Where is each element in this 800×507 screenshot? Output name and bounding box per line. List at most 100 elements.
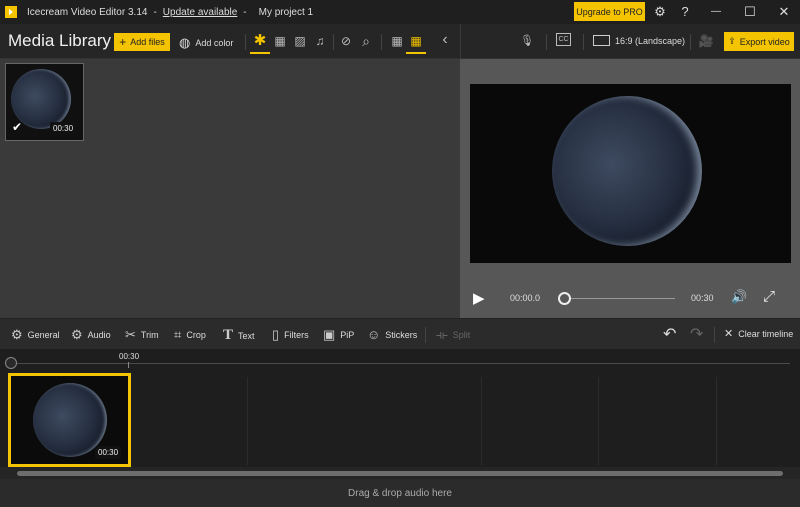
active-filter-underline — [250, 52, 270, 54]
export-video-label: Export video — [739, 36, 790, 47]
export-icon: ⇪ — [728, 36, 736, 46]
picture-in-picture-icon: ▣ — [323, 327, 336, 342]
audio-gear-icon: ⚙ — [71, 327, 83, 342]
clear-timeline-label: Clear timeline — [738, 328, 794, 339]
stickers-tool-button[interactable]: ☺ Stickers — [367, 327, 417, 342]
playhead-handle[interactable] — [5, 357, 17, 369]
collapse-panel-chevron-left-icon[interactable]: ‹ — [437, 32, 453, 48]
stickers-label: Stickers — [385, 329, 418, 340]
clip-duration-badge: 00:30 — [95, 446, 122, 459]
scissors-icon: ✂ — [125, 327, 136, 342]
small-grid-view-icon[interactable]: ▦ — [408, 33, 424, 49]
add-color-button[interactable]: ◍ Add color — [179, 35, 233, 51]
sticker-smiley-icon: ☺ — [367, 327, 381, 342]
pip-label: PiP — [340, 330, 355, 340]
webcam-record-icon[interactable]: 🎥 — [698, 33, 714, 49]
clear-timeline-button[interactable]: ✕ Clear timeline — [724, 327, 793, 340]
film-frame-icon — [593, 35, 610, 46]
export-video-button[interactable]: ⇪ Export video — [724, 32, 794, 51]
settings-gear-icon[interactable]: ⚙ — [650, 3, 670, 21]
text-label: Text — [238, 330, 255, 341]
search-icon[interactable]: ⌕ — [358, 33, 374, 49]
divider — [425, 327, 426, 343]
fullscreen-icon[interactable]: ⤢ — [763, 288, 775, 305]
general-label: General — [27, 330, 60, 340]
preview-toolbar: 🎙 CC 16:9 (Landscape) 🎥 ⇪ Export video — [460, 24, 800, 59]
seek-bar-track[interactable] — [564, 298, 675, 299]
divider — [690, 34, 691, 50]
audio-drop-placeholder: Drag & drop audio here — [348, 487, 452, 499]
timeline-marker-label: 00:30 — [119, 352, 140, 361]
plus-icon: + — [119, 35, 127, 49]
timeline-horizontal-scrollbar[interactable] — [0, 467, 800, 479]
title-separator: - — [243, 6, 247, 18]
general-tool-button[interactable]: ⚙ General — [11, 327, 60, 343]
media-library-panel: ✔ 00:30 — [0, 59, 460, 318]
title-separator: - — [153, 6, 157, 18]
divider — [546, 34, 547, 50]
minimize-button[interactable]: — — [706, 3, 726, 21]
pip-tool-button[interactable]: ▣ PiP — [323, 327, 354, 343]
filter-all-star-icon[interactable]: ✱ — [252, 33, 268, 49]
earth-video-frame — [552, 96, 702, 246]
filter-audio-icon[interactable]: ♫ — [312, 33, 328, 49]
play-button[interactable]: ▶ — [473, 289, 485, 307]
title-bar: Icecream Video Editor 3.14 - Update avai… — [0, 0, 800, 24]
add-files-button[interactable]: + Add files — [114, 33, 170, 51]
subtitles-icon[interactable]: CC — [556, 33, 571, 46]
video-preview-panel: ▶ 00:00.0 00:30 🔊 ⤢ — [460, 59, 800, 318]
editing-toolbar: ⚙ General ⚙ Audio ✂ Trim ⌗ Crop T Text ▯ Filte… — [0, 318, 800, 349]
current-time: 00:00.0 — [510, 293, 541, 303]
divider — [583, 34, 584, 50]
video-player-canvas[interactable] — [470, 84, 791, 263]
filter-video-icon[interactable]: ▦ — [272, 33, 288, 49]
audio-tool-button[interactable]: ⚙ Audio — [71, 327, 111, 343]
text-icon: T — [223, 327, 234, 343]
media-duration-badge: 00:30 — [50, 122, 77, 135]
app-name: Icecream Video Editor 3.14 — [27, 6, 148, 18]
upgrade-to-pro-button[interactable]: Upgrade to PRO — [574, 2, 645, 21]
scrollbar-thumb[interactable] — [17, 471, 783, 476]
divider — [381, 34, 382, 50]
text-tool-button[interactable]: T Text — [223, 327, 255, 344]
media-item-thumbnail[interactable]: ✔ 00:30 — [5, 63, 84, 141]
crop-icon: ⌗ — [174, 327, 182, 342]
trim-label: Trim — [140, 330, 159, 340]
redo-icon[interactable]: ↷ — [690, 324, 703, 344]
microphone-icon[interactable]: 🎙 — [519, 33, 535, 49]
divider — [245, 34, 246, 50]
filter-image-icon[interactable]: ▨ — [292, 33, 308, 49]
ruler-tick — [128, 362, 129, 368]
clear-x-icon: ✕ — [724, 328, 734, 340]
undo-icon[interactable]: ↶ — [663, 324, 676, 344]
filters-label: Filters — [284, 330, 309, 340]
media-library-title: Media Library — [8, 31, 111, 50]
divider — [333, 34, 334, 50]
help-icon[interactable]: ? — [675, 3, 695, 21]
filters-tool-button[interactable]: ▯ Filters — [272, 327, 309, 343]
aspect-ratio-button[interactable]: 16:9 (Landscape) — [593, 35, 685, 46]
large-grid-view-icon[interactable]: ▦ — [389, 33, 405, 49]
close-window-button[interactable]: ✕ — [774, 3, 794, 21]
crop-tool-button[interactable]: ⌗ Crop — [174, 327, 206, 343]
maximize-button[interactable]: ☐ — [740, 3, 760, 21]
update-available-link[interactable]: Update available — [163, 7, 238, 18]
split-tool-button[interactable]: ⟛ Split — [436, 327, 470, 343]
unused-files-icon[interactable]: ⊘ — [338, 33, 354, 49]
app-logo-icon — [5, 6, 17, 18]
timeline-gridline — [247, 377, 248, 465]
seek-bar-handle[interactable] — [558, 292, 571, 305]
add-color-label: Add color — [195, 38, 234, 48]
timeline-video-clip[interactable]: 00:30 — [8, 373, 131, 467]
volume-icon[interactable]: 🔊 — [731, 289, 747, 305]
active-view-underline — [406, 52, 426, 54]
aspect-ratio-label: 16:9 (Landscape) — [615, 35, 686, 46]
trim-tool-button[interactable]: ✂ Trim — [125, 327, 159, 343]
project-name: My project 1 — [258, 6, 314, 18]
audio-drop-zone[interactable]: Drag & drop audio here — [0, 479, 800, 507]
filters-bottle-icon: ▯ — [272, 327, 280, 342]
selected-check-icon: ✔ — [12, 120, 23, 134]
total-time: 00:30 — [691, 293, 714, 303]
timeline-gridline — [481, 377, 482, 465]
audio-label: Audio — [87, 330, 111, 340]
